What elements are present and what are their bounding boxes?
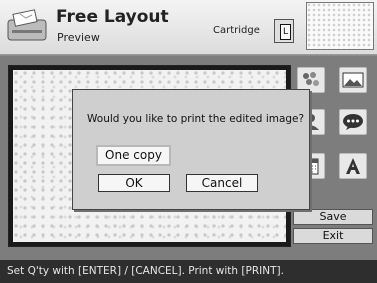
- page-subtitle: Preview: [57, 31, 100, 44]
- save-button[interactable]: Save: [293, 209, 373, 225]
- cartridge-size: L: [280, 24, 291, 40]
- image-icon[interactable]: [339, 67, 367, 93]
- exit-button[interactable]: Exit: [293, 228, 373, 244]
- copies-button[interactable]: One copy: [96, 145, 171, 166]
- cartridge-icon: L: [274, 19, 294, 43]
- copies-button-label: One copy: [105, 148, 162, 162]
- dialog-message: Would you like to print the edited image…: [87, 113, 305, 125]
- printer-icon: [6, 8, 50, 44]
- cartridge-label: Cartridge: [213, 25, 260, 36]
- preview-thumbnail: [306, 2, 374, 50]
- text-icon[interactable]: [339, 153, 367, 179]
- ok-button[interactable]: OK: [98, 174, 170, 192]
- speech-bubble-icon[interactable]: [339, 109, 367, 135]
- status-bar: Set Q'ty with [ENTER] / [CANCEL]. Print …: [0, 260, 377, 283]
- cancel-button[interactable]: Cancel: [186, 174, 258, 192]
- page-title: Free Layout: [56, 7, 169, 27]
